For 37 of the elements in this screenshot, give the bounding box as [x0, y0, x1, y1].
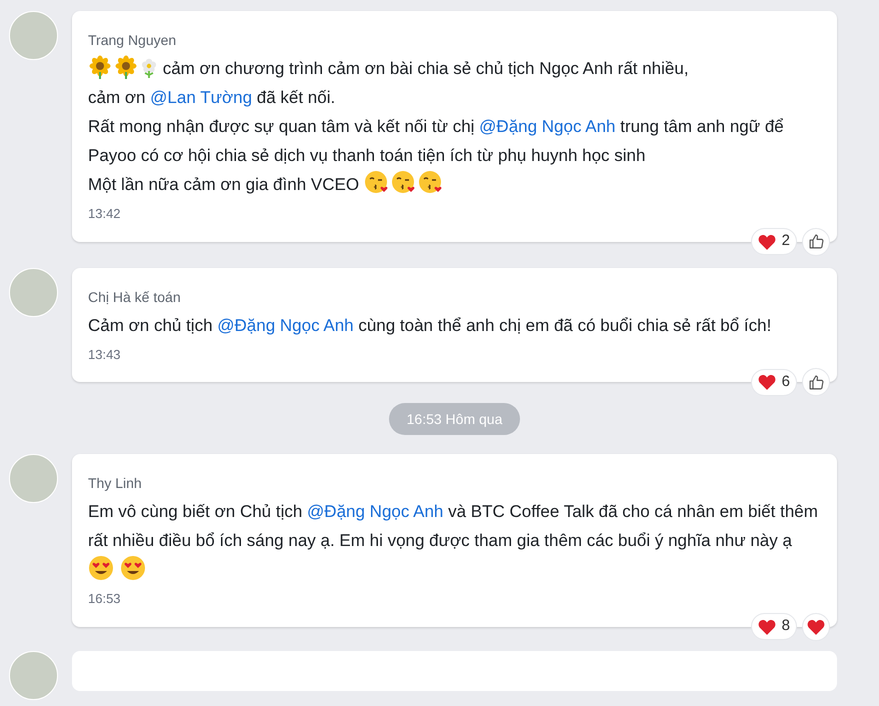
- thumbs-up-icon: [808, 233, 824, 250]
- author-name: Chị Hà kế toán: [88, 288, 182, 306]
- reacted-heart-button[interactable]: [802, 612, 830, 640]
- mention-link[interactable]: @Đặng Ngọc Anh: [479, 117, 616, 136]
- avatar[interactable]: [9, 11, 58, 60]
- avatar[interactable]: [9, 650, 58, 700]
- author-name: Trang Nguyen: [88, 31, 178, 50]
- heart-eyes-face-icon: [120, 555, 146, 581]
- heart-icon: [758, 374, 776, 390]
- reaction-count[interactable]: 8: [750, 613, 797, 640]
- message-text: Em vô cùng biết ơn Chủ tịch @Đặng Ngọc Anh và BTC Coffee Talk đã cho cá nhân em biết thêm rất nhiều điều bổ ích sáng nay ạ. Em hi vọng được tham gia thêm các buổi ý nghĩa như này ạ: [88, 497, 837, 584]
- sunflower-icon: [88, 55, 112, 79]
- heart-icon: [758, 618, 776, 634]
- reaction-count[interactable]: 2: [750, 228, 797, 255]
- message-text: Cảm ơn chủ tịch @Đặng Ngọc Anh cùng toàn thể anh chị em đã có buổi chia sẻ rất bổ ích!: [88, 314, 772, 336]
- message-time: 13:43: [88, 346, 122, 364]
- sunflower-icon: [114, 55, 138, 79]
- reaction-count[interactable]: 6: [750, 368, 797, 396]
- message-text: cảm ơn chương trình cảm ơn bài chia sẻ chủ tịch Ngọc Anh rất nhiều, cảm ơn @Lan Tường đã kết nối. Rất mong nhận được sự quan tâm và kết nối từ chị @Đặng Ngọc Anh trung tâm anh ngữ để Payoo có cơ hội chia sẻ dịch vụ thanh toán tiện ích từ phụ huynh học sinh Một lần nữa cảm ơn gia đình VCEO: [88, 54, 837, 199]
- kissing-face-icon: [418, 170, 444, 196]
- flower-icon: [140, 58, 158, 78]
- heart-eyes-face-icon: [88, 555, 114, 581]
- mention-link[interactable]: @Đặng Ngọc Anh: [217, 316, 354, 334]
- avatar[interactable]: [9, 268, 58, 316]
- heart-icon: [758, 234, 776, 250]
- kissing-face-icon: [364, 170, 390, 196]
- author-name: Thy Linh: [88, 474, 143, 493]
- message-time: 16:53: [88, 590, 122, 608]
- thumbs-up-icon: [808, 374, 824, 390]
- mention-link[interactable]: @Lan Tường: [150, 88, 252, 107]
- kissing-face-icon: [390, 170, 417, 196]
- message-time: 13:42: [88, 205, 122, 223]
- heart-icon: [807, 618, 825, 634]
- like-button[interactable]: [802, 228, 830, 256]
- like-button[interactable]: [802, 368, 830, 396]
- avatar[interactable]: [9, 454, 58, 503]
- mention-link[interactable]: @Đặng Ngọc Anh: [307, 502, 444, 521]
